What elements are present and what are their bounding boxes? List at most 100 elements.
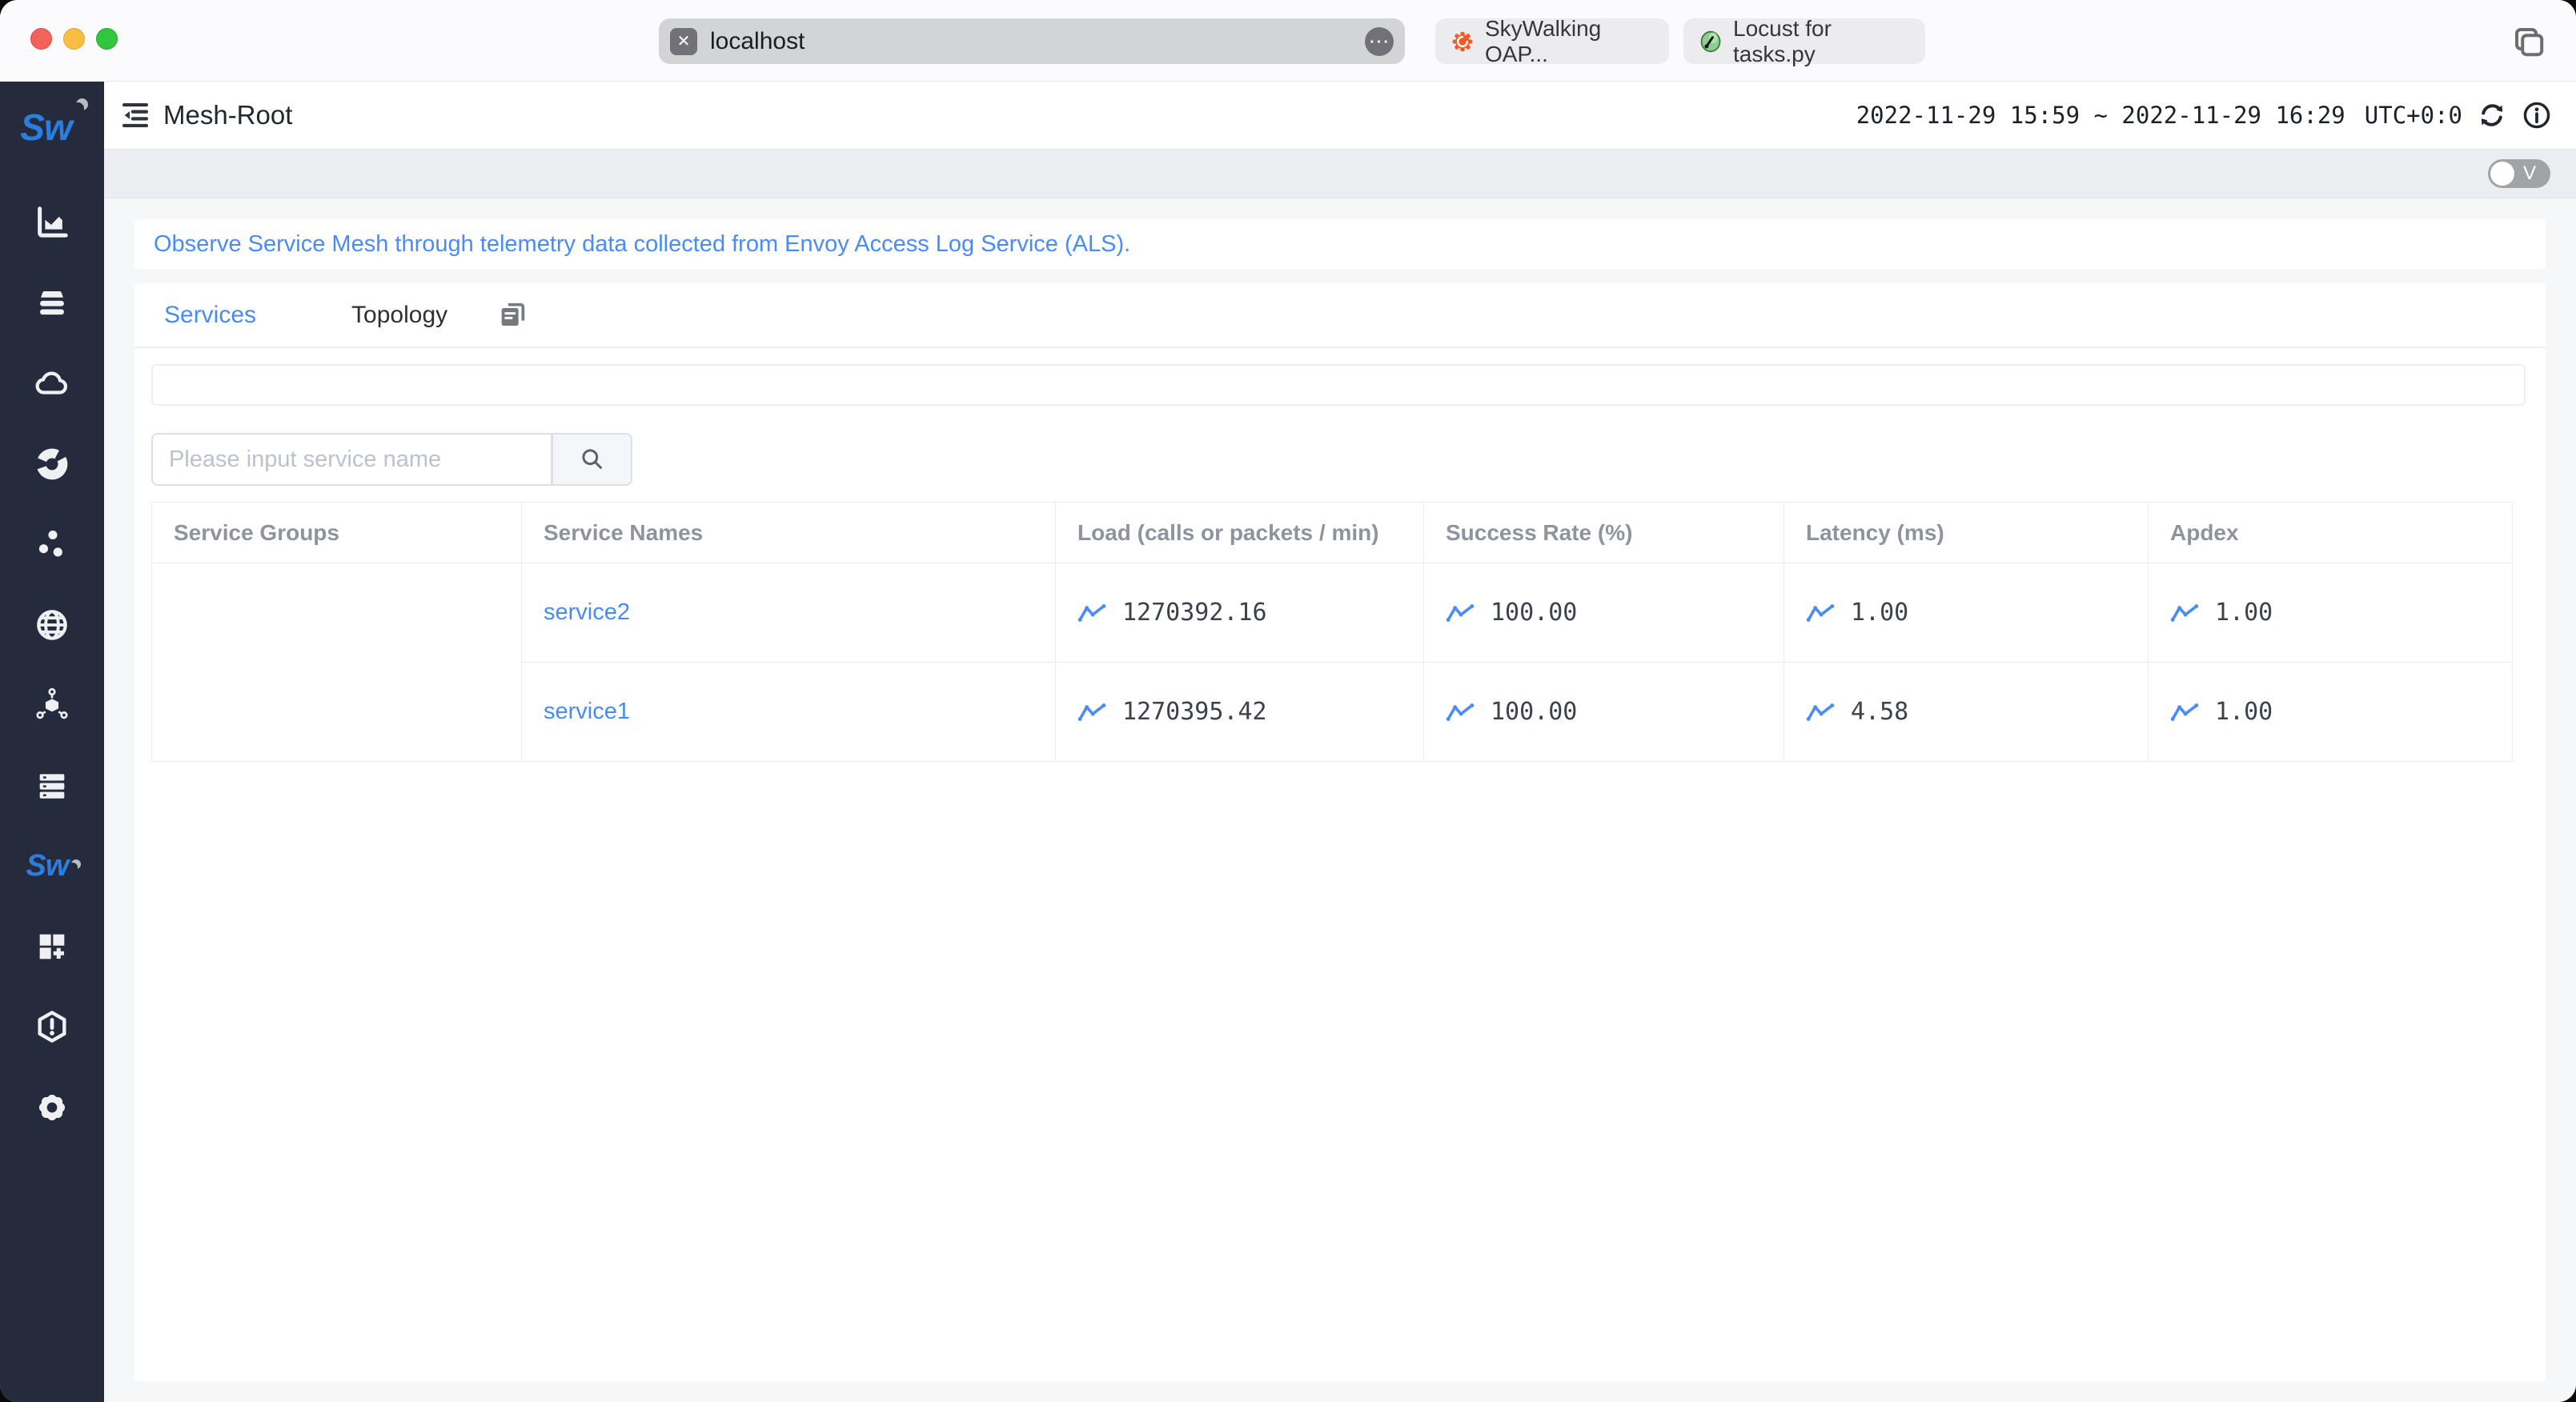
- tab-topology[interactable]: Topology: [351, 302, 447, 329]
- site-settings-icon[interactable]: ✕: [670, 27, 697, 55]
- load-metric: 1270395.42: [1077, 698, 1422, 726]
- database-icon: [40, 290, 64, 314]
- traffic-lights: [30, 28, 118, 50]
- pinned-tab-label: SkyWalking OAP...: [1485, 15, 1602, 66]
- notice-card: Observe Service Mesh through telemetry d…: [134, 219, 2546, 269]
- table-header-row: Service Groups Service Names Load (calls…: [151, 502, 2513, 563]
- info-icon[interactable]: [2522, 100, 2552, 130]
- page-header: Mesh-Root 2022-11-29 15:59 ~ 2022-11-29 …: [104, 82, 2576, 149]
- logo-crescent-icon: [72, 102, 84, 114]
- trend-line-icon: [2170, 703, 2199, 721]
- pinned-tab-label: Locust for tasks.py: [1733, 15, 1832, 66]
- services-card: Services Topology Please input service n…: [134, 283, 2546, 1381]
- minimize-window-button[interactable]: [63, 28, 85, 50]
- close-window-button[interactable]: [30, 28, 52, 50]
- service-link[interactable]: service1: [544, 699, 630, 724]
- sidebar-item-alerting[interactable]: [0, 987, 104, 1068]
- address-bar[interactable]: ✕ localhost ⋯: [659, 18, 1405, 64]
- new-dashboard-icon: [39, 934, 65, 959]
- screenshot: ✕ localhost ⋯ SkyWalking OAP... Locust f…: [0, 0, 2576, 1402]
- utc-offset[interactable]: UTC+0:0: [2365, 102, 2462, 129]
- content-tabs: Services Topology: [134, 283, 2546, 348]
- success-rate-metric: 100.00: [1446, 698, 1783, 726]
- sidebar-item-scatter[interactable]: [0, 504, 104, 585]
- col-latency: Latency (ms): [1784, 502, 2149, 563]
- apdex-metric: 1.00: [2170, 599, 2511, 627]
- trend-line-icon: [1446, 603, 1475, 622]
- trend-line-icon: [1446, 703, 1475, 721]
- toggle-label: V: [2523, 162, 2537, 184]
- grafana-icon: [1452, 31, 1473, 51]
- col-service-names: Service Names: [521, 502, 1056, 563]
- service-link[interactable]: service2: [544, 599, 630, 625]
- service-search-input[interactable]: [151, 433, 552, 486]
- dashboard-toolbar: V: [104, 149, 2576, 198]
- load-metric: 1270392.16: [1077, 599, 1422, 627]
- bar-chart-icon: [38, 206, 68, 238]
- locust-icon: [1700, 30, 1721, 52]
- infrastructure-icon: [39, 774, 65, 799]
- search-row: [151, 433, 2546, 486]
- col-success-rate: Success Rate (%): [1423, 502, 1784, 563]
- browser-window: ✕ localhost ⋯ SkyWalking OAP... Locust f…: [0, 0, 2576, 1402]
- pinned-tab-locust[interactable]: Locust for tasks.py: [1683, 15, 1925, 66]
- trend-line-icon: [2170, 603, 2199, 622]
- apdex-metric: 1.00: [2170, 698, 2511, 726]
- tab-overview-icon[interactable]: [2509, 22, 2547, 60]
- latency-metric: 1.00: [1806, 599, 2147, 627]
- sidebar-item-new-dashboard[interactable]: [0, 907, 104, 987]
- browser-chrome: ✕ localhost ⋯ SkyWalking OAP... Locust f…: [0, 0, 2576, 82]
- service-mesh-icon: [36, 688, 68, 719]
- col-apdex: Apdex: [2148, 502, 2513, 563]
- col-load: Load (calls or packets / min): [1055, 502, 1424, 563]
- sidebar-item-skywalking-exporter[interactable]: Sw: [0, 826, 104, 907]
- refresh-icon[interactable]: [2477, 100, 2507, 130]
- sidebar-item-service-mesh[interactable]: [0, 665, 104, 746]
- sidebar-item-settings[interactable]: [0, 1068, 104, 1148]
- trend-line-icon: [1806, 703, 1835, 721]
- pinned-tab-skywalking[interactable]: SkyWalking OAP...: [1435, 15, 1669, 66]
- sidebar-item-general-service[interactable]: [0, 182, 104, 263]
- logo-text: Sw: [20, 106, 72, 148]
- header-right: 2022-11-29 15:59 ~ 2022-11-29 16:29 UTC+…: [1856, 100, 2552, 130]
- search-icon: [581, 449, 602, 469]
- sidebar: Sw Sw: [0, 82, 104, 1402]
- alarm-hexagon-icon: [38, 1011, 66, 1043]
- cloud-icon: [35, 371, 67, 395]
- skywalking-icon: Sw: [26, 849, 78, 883]
- col-service-groups: Service Groups: [151, 502, 522, 563]
- collapse-menu-icon[interactable]: [118, 98, 152, 132]
- sidebar-nav: Sw: [0, 182, 104, 1148]
- sidebar-item-infrastructure[interactable]: [0, 746, 104, 827]
- time-range[interactable]: 2022-11-29 15:59 ~ 2022-11-29 16:29: [1856, 102, 2345, 129]
- more-options-icon[interactable]: ⋯: [1365, 26, 1394, 56]
- skywalking-app: Sw Sw Mesh-Root 2022-11-29 15:59 ~ 2022-…: [0, 82, 2576, 1402]
- services-table: Service Groups Service Names Load (calls…: [151, 502, 2513, 762]
- sidebar-item-browser[interactable]: [0, 585, 104, 666]
- service-group-cell: [151, 563, 522, 762]
- scatter-icon: [38, 531, 62, 557]
- latency-metric: 4.58: [1806, 698, 2147, 726]
- success-rate-metric: 100.00: [1446, 599, 1783, 627]
- search-button[interactable]: [552, 433, 632, 486]
- view-mode-toggle[interactable]: V: [2488, 159, 2550, 188]
- gear-icon: [38, 1094, 66, 1120]
- sidebar-item-service-mesh-dashboard[interactable]: [0, 424, 104, 505]
- zoom-window-button[interactable]: [96, 28, 118, 50]
- widget-header-strip: [151, 364, 2526, 406]
- trend-line-icon: [1806, 603, 1835, 622]
- table-row: service2 1270392.16 100.00 1.00 1.00: [151, 563, 2513, 762]
- toggle-knob: [2490, 162, 2514, 186]
- main-area: Mesh-Root 2022-11-29 15:59 ~ 2022-11-29 …: [104, 82, 2576, 1402]
- copy-dashboard-icon[interactable]: [496, 299, 528, 331]
- globe-icon: [37, 609, 67, 640]
- trend-line-icon: [1077, 703, 1106, 721]
- sidebar-item-database[interactable]: [0, 263, 104, 344]
- tab-services[interactable]: Services: [164, 302, 256, 329]
- notice-text: Observe Service Mesh through telemetry d…: [154, 230, 1131, 257]
- page-title: Mesh-Root: [163, 100, 293, 130]
- url-text: localhost: [710, 27, 805, 54]
- donut-chart-icon: [36, 448, 68, 480]
- skywalking-logo[interactable]: Sw: [20, 106, 83, 162]
- sidebar-item-cloud[interactable]: [0, 343, 104, 424]
